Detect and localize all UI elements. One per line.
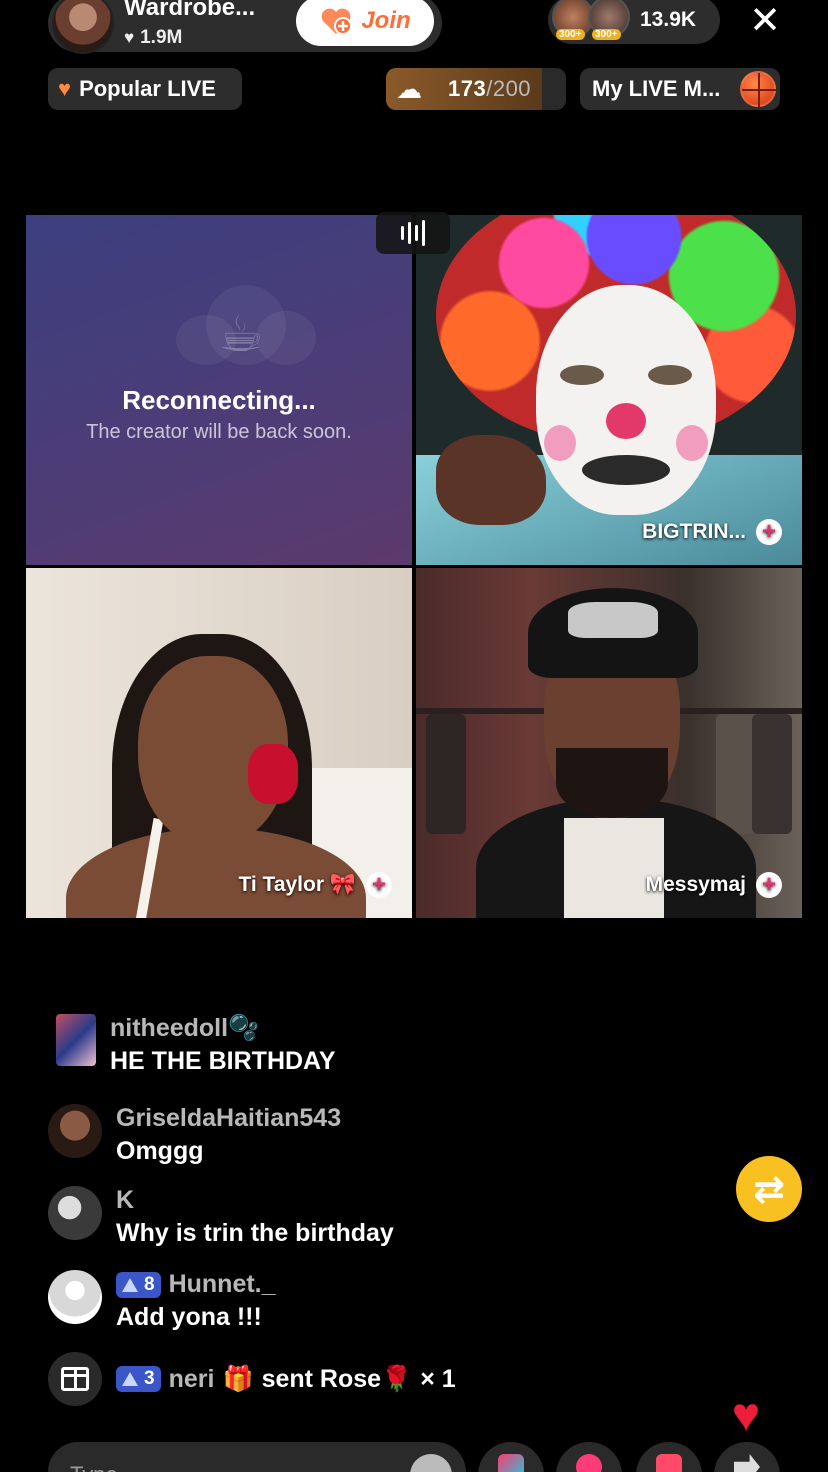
comment-input[interactable] <box>48 1442 466 1472</box>
heart-plus-icon <box>319 6 353 36</box>
popular-live-chip[interactable]: ♥ Popular LIVE <box>48 68 242 110</box>
commenter-name[interactable]: K <box>116 1186 394 1215</box>
reconnecting-subtitle: The creator will be back soon. <box>86 421 352 443</box>
goal-total: /200 <box>486 76 532 101</box>
guest-name-tag[interactable]: Messymaj + <box>646 872 782 898</box>
top-viewer-avatar[interactable]: 300+ <box>588 0 630 40</box>
goal-progress-chip[interactable]: ☁ 173/200 <box>386 68 566 110</box>
host-name[interactable]: Wardrobe... <box>124 0 255 22</box>
bottom-action-button[interactable] <box>478 1442 544 1472</box>
gift-notification-text: 3 neri 🎁 sent Rose🌹 × 1 <box>116 1365 456 1394</box>
comment-text: HE THE BIRTHDAY <box>110 1047 336 1075</box>
heart-icon: ♥ <box>58 76 72 101</box>
gift-notification: 3 neri 🎁 sent Rose🌹 × 1 <box>48 1352 456 1406</box>
join-button[interactable]: Join <box>296 0 434 46</box>
audio-level-button[interactable] <box>376 212 450 254</box>
floating-heart-icon: ♥ <box>731 1389 761 1442</box>
my-live-chip[interactable]: My LIVE M... <box>580 68 780 110</box>
viewer-count[interactable]: 13.9K <box>640 8 696 32</box>
follow-plus-icon[interactable]: + <box>756 872 782 898</box>
guest-video-beanie <box>528 588 698 678</box>
gift-button[interactable] <box>636 1442 702 1472</box>
commenter-avatar[interactable] <box>48 1104 102 1158</box>
triangle-icon <box>122 1277 138 1292</box>
cloud-icon: ☁ <box>396 73 422 104</box>
gift-sender-name[interactable]: neri <box>169 1365 215 1394</box>
comment-text: Add yona !!! <box>116 1303 262 1331</box>
comment-item[interactable]: 8 Hunnet._ Add yona !!! <box>48 1270 276 1332</box>
guest-name-tag[interactable]: BIGTRIN... + <box>642 519 782 545</box>
gift-notification-icon-bg <box>48 1352 102 1406</box>
gift-box-icon: 🎁 <box>222 1364 254 1393</box>
guest-tile-reconnecting[interactable]: ☕ Reconnecting... The creator will be ba… <box>26 215 412 565</box>
gift-sent-text: sent Rose🌹 <box>261 1364 413 1393</box>
follow-plus-icon[interactable]: + <box>756 519 782 545</box>
guest-video-hand <box>436 435 546 525</box>
goal-count: 173/200 <box>448 76 531 102</box>
repost-icon: ⇄ <box>753 1168 785 1211</box>
commenter-name-row[interactable]: 8 Hunnet._ <box>116 1270 276 1299</box>
host-likes-count: 1.9M <box>140 27 183 48</box>
share-button[interactable] <box>714 1442 780 1472</box>
rose-icon <box>576 1454 602 1472</box>
my-live-label: My LIVE M... <box>592 76 721 101</box>
bottom-action-button[interactable] <box>556 1442 622 1472</box>
host-likes: ♥ 1.9M <box>124 27 182 49</box>
comment-item[interactable]: K Why is trin the birthday <box>48 1186 394 1248</box>
guest-tile-bottom-left[interactable]: Ti Taylor 🎀 + <box>26 568 412 918</box>
share-arrow-icon <box>734 1454 760 1472</box>
guest-video-scrunchie <box>248 744 298 804</box>
heart-icon: ♥ <box>124 28 135 47</box>
guest-tile-bottom-right[interactable]: Messymaj + <box>416 568 802 918</box>
default-avatar-icon[interactable] <box>48 1270 102 1324</box>
triangle-icon <box>122 1372 138 1386</box>
join-label: Join <box>361 7 411 34</box>
commenter-name[interactable]: nitheedoll🫧 <box>110 1014 336 1043</box>
basketball-icon <box>740 71 776 107</box>
guest-name: Messymaj <box>645 873 746 896</box>
comment-item[interactable]: GriseldaHaitian543 Omggg <box>48 1104 341 1166</box>
commenter-name[interactable]: Hunnet._ <box>169 1270 276 1299</box>
coffee-cup-icon: ☕ <box>218 306 264 362</box>
gift-icon <box>656 1454 682 1472</box>
guest-name-tag[interactable]: Ti Taylor 🎀 + <box>238 872 392 898</box>
commenter-name[interactable]: GriseldaHaitian543 <box>116 1104 341 1133</box>
viewer-rank-badge: 300+ <box>592 29 621 40</box>
follow-plus-icon[interactable]: + <box>366 872 392 898</box>
reconnecting-title: Reconnecting... <box>122 385 316 415</box>
comment-text: Omggg <box>116 1137 204 1165</box>
gift-icon <box>61 1367 89 1391</box>
level-badge: 8 <box>116 1271 161 1298</box>
goal-current: 173 <box>448 76 487 101</box>
guest-name: BIGTRIN... <box>642 520 746 543</box>
commenter-avatar[interactable] <box>48 1186 102 1240</box>
comment-text: Why is trin the birthday <box>116 1219 394 1247</box>
commenter-avatar[interactable] <box>56 1014 96 1066</box>
guest-tile-top-right[interactable]: BIGTRIN... + <box>416 215 802 565</box>
viewer-rank-badge: 300+ <box>556 29 585 40</box>
guest-name: Ti Taylor 🎀 <box>238 873 356 896</box>
gift-count: × 1 <box>420 1364 456 1393</box>
guest-video-face <box>536 285 716 515</box>
repost-button[interactable]: ⇄ <box>736 1156 802 1222</box>
close-button[interactable]: ✕ <box>746 2 784 40</box>
multi-guest-icon <box>498 1454 524 1472</box>
popular-live-label: Popular LIVE <box>79 76 216 101</box>
level-badge: 3 <box>116 1366 161 1392</box>
comment-item[interactable]: nitheedoll🫧 HE THE BIRTHDAY <box>56 1014 336 1076</box>
